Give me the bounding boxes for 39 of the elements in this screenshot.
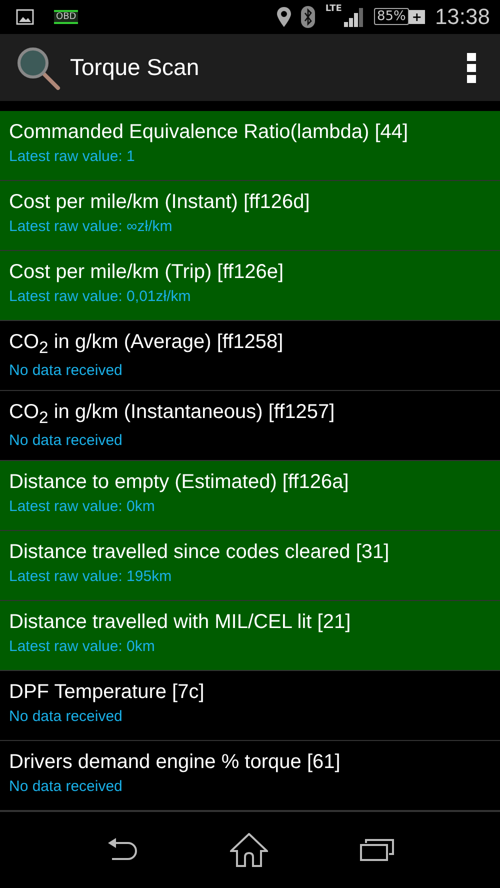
- item-detail: Latest raw value: 1: [9, 148, 135, 166]
- list-item[interactable]: Commanded Equivalence Ratio(lambda) [44] Latest raw value: 1: [0, 111, 500, 182]
- item-detail: Latest raw value: ∞zł/km: [9, 218, 172, 236]
- item-detail: No data received: [9, 778, 122, 796]
- app-title: Torque Scan: [70, 54, 200, 82]
- list-item[interactable]: Distance to empty (Estimated) [ff126a] Latest raw value: 0km: [0, 461, 500, 532]
- item-title: Commanded Equivalence Ratio(lambda) [44]: [9, 121, 408, 144]
- item-title: Distance travelled with MIL/CEL lit [21]: [9, 611, 351, 634]
- magnifier-icon: [16, 46, 62, 90]
- item-title: CO$_{2}$ in g/km (Average) [ff1258]: [9, 331, 284, 358]
- item-detail: Latest raw value: 0km: [9, 498, 155, 516]
- item-title: Cost per mile/km (Trip) [ff126e]: [9, 261, 284, 284]
- network-type: LTE: [325, 4, 342, 14]
- item-detail: Latest raw value: 195km: [9, 568, 172, 586]
- recent-apps-icon[interactable]: [360, 839, 394, 862]
- item-title: Distance to empty (Estimated) [ff126a]: [9, 471, 349, 494]
- item-detail: No data received: [9, 362, 122, 380]
- item-detail: No data received: [9, 432, 122, 450]
- item-title: Drivers demand engine % torque [61]: [9, 751, 340, 774]
- item-detail: No data received: [9, 708, 122, 726]
- obd-indicator: OBD: [54, 10, 78, 24]
- item-detail: Latest raw value: 0,01zł/km: [9, 288, 191, 306]
- item-title: Distance travelled since codes cleared [31]: [9, 541, 390, 564]
- location-icon: [277, 6, 292, 27]
- item-title: DPF Temperature [7c]: [9, 681, 204, 704]
- list-item[interactable]: Cost per mile/km (Instant) [ff126d] Latest raw value: ∞zł/km: [0, 181, 500, 252]
- image-icon: [16, 8, 34, 25]
- bluetooth-icon: [301, 6, 316, 28]
- charging-indicator: +: [408, 10, 425, 24]
- signal-icon: [344, 6, 364, 27]
- item-title: CO$_{2}$ in g/km (Instantaneous) [ff1257]: [9, 401, 335, 428]
- item-title: Cost per mile/km (Instant) [ff126d]: [9, 191, 310, 214]
- list-item[interactable]: Distance travelled since codes cleared [31] Latest raw value: 195km: [0, 531, 500, 602]
- home-icon[interactable]: [230, 833, 268, 868]
- list-item[interactable]: Distance travelled with MIL/CEL lit [21] Latest raw value: 0km: [0, 601, 500, 672]
- clock: 13:38: [434, 4, 490, 30]
- list-item[interactable]: Cost per mile/km (Trip) [ff126e] Latest raw value: 0,01zł/km: [0, 251, 500, 322]
- item-detail: Latest raw value: 0km: [9, 638, 155, 656]
- battery-level: 85%: [374, 8, 409, 26]
